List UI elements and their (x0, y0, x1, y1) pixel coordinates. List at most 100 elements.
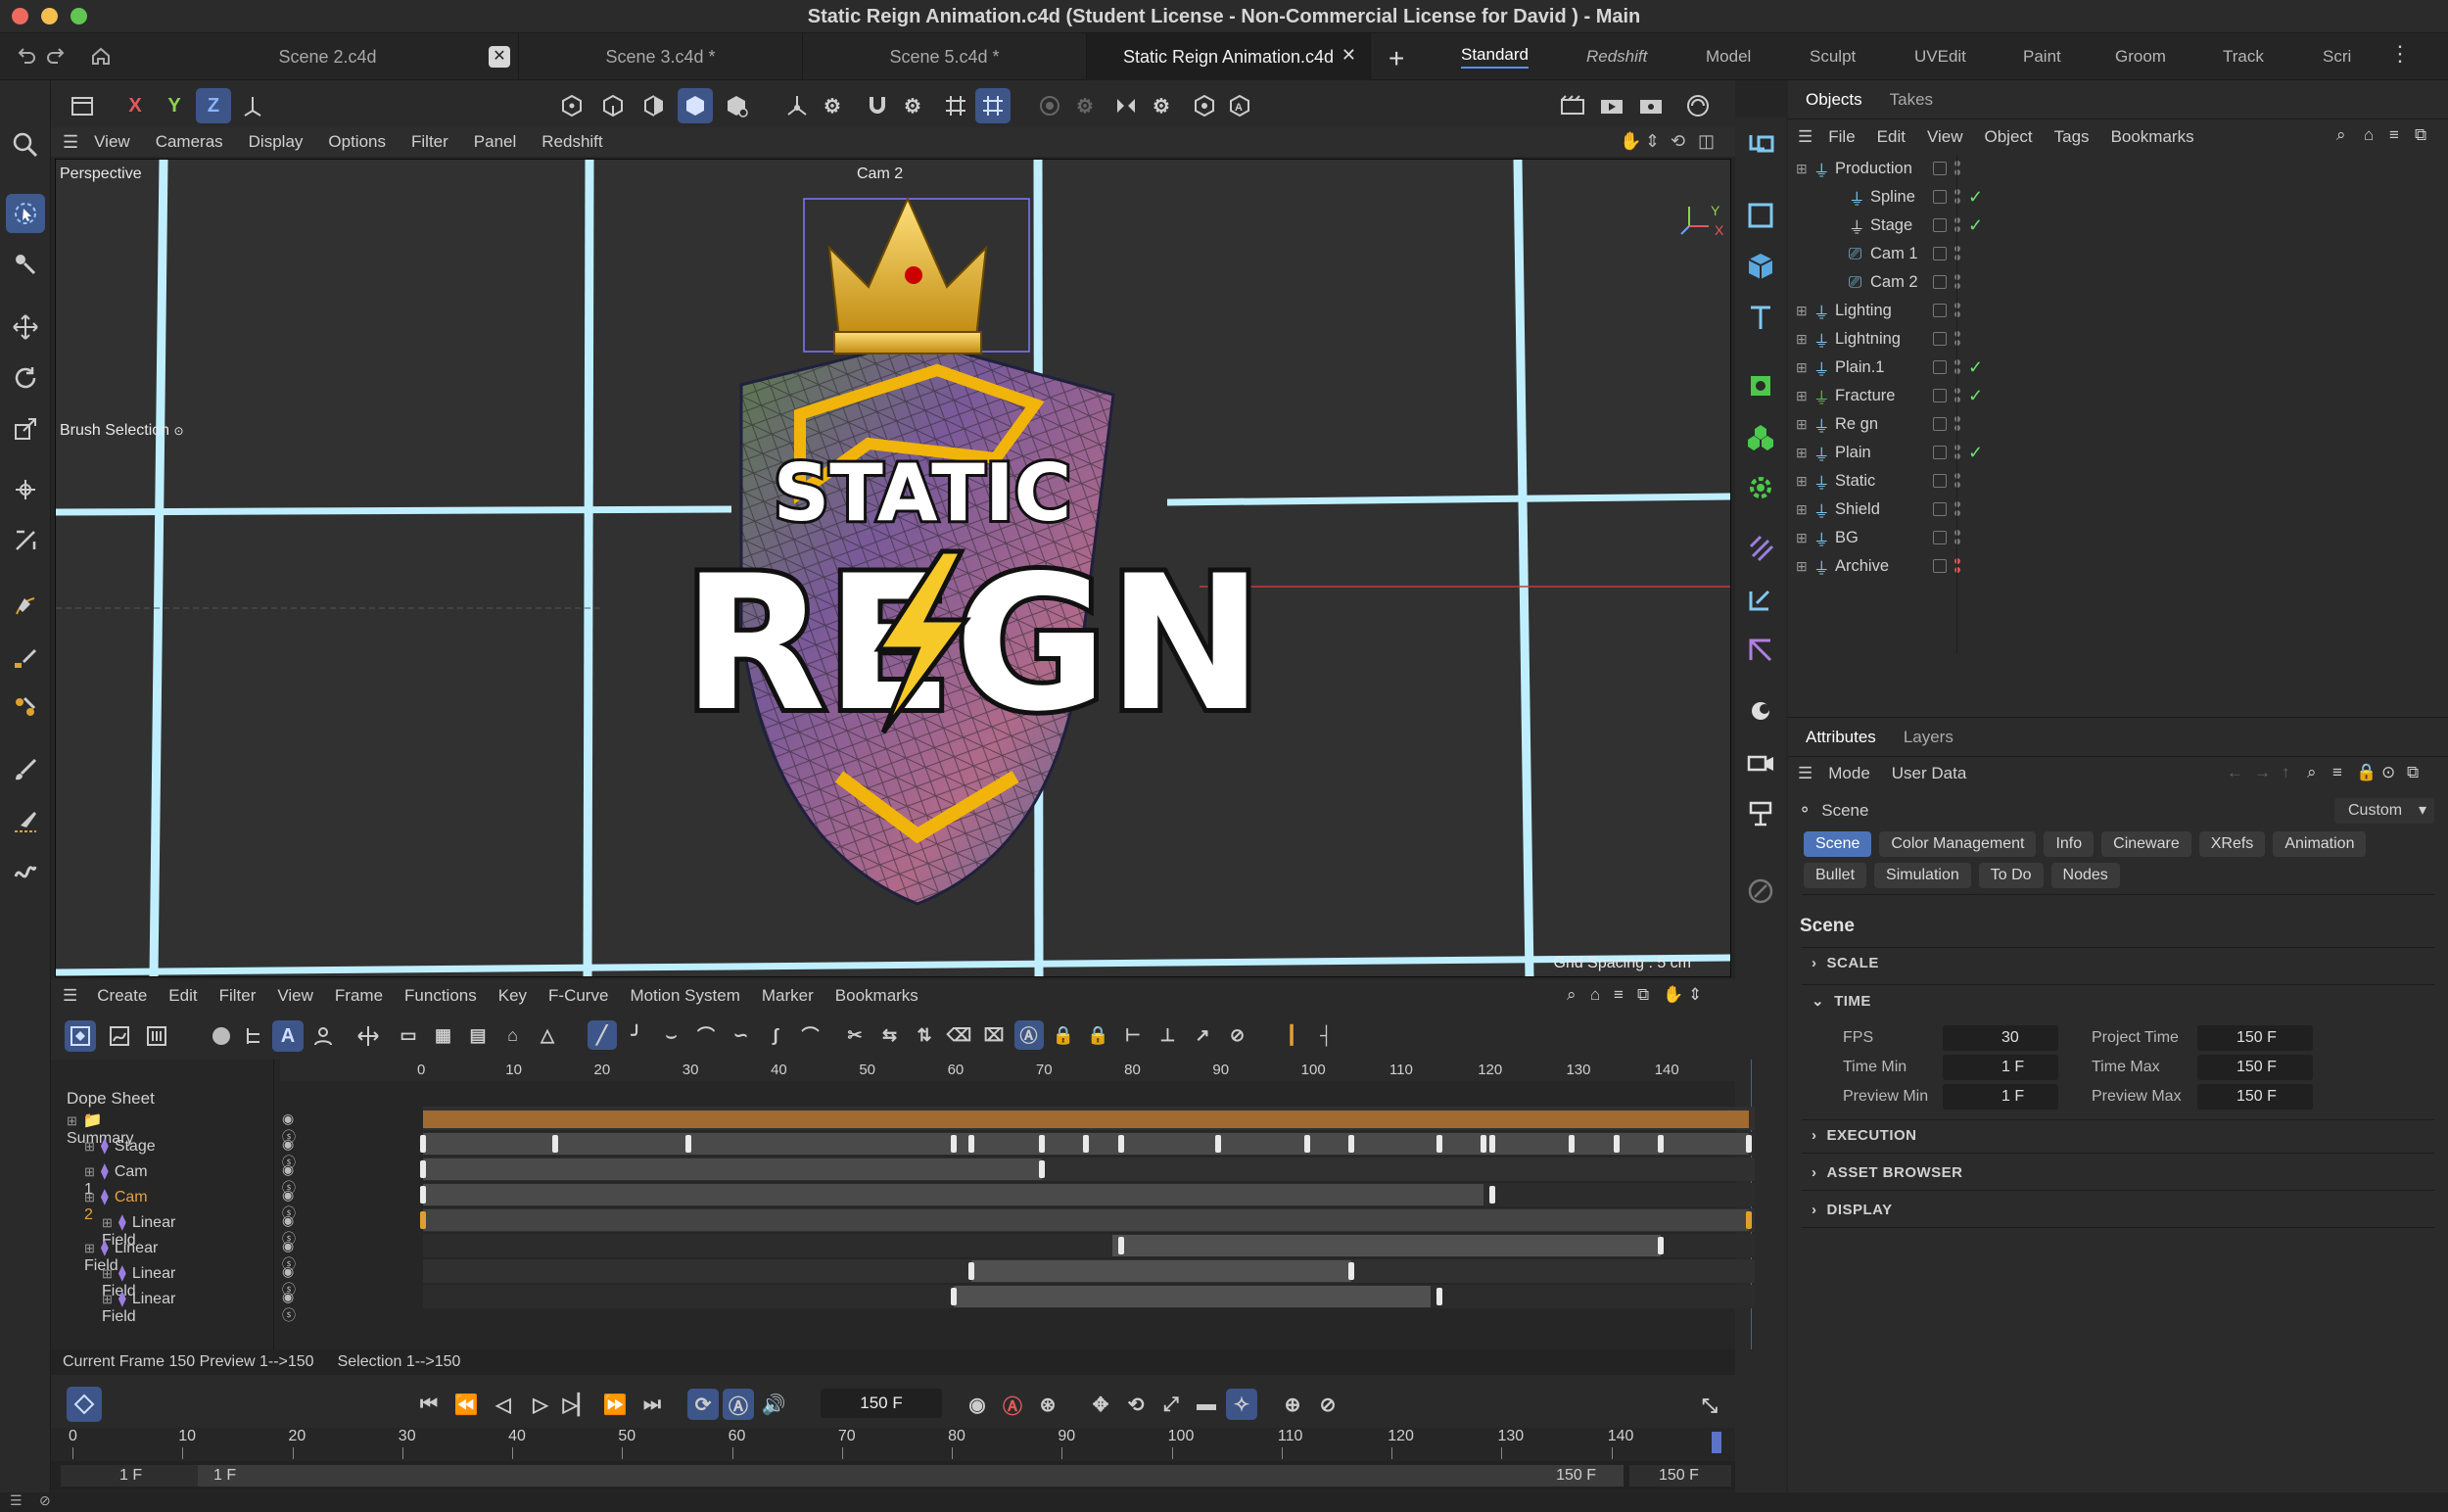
keyframe-marker[interactable] (420, 1135, 426, 1153)
keyframe-marker[interactable] (950, 1135, 957, 1153)
polygons-mode-icon[interactable] (636, 88, 672, 123)
previous-key-icon[interactable]: ⏪ (450, 1389, 482, 1420)
tab-static-reign[interactable]: Static Reign Animation.c4d ✕ (1087, 33, 1371, 80)
track-label[interactable]: ⊞ ⧫ Stage (84, 1136, 156, 1156)
hierarchy-icon[interactable] (239, 1020, 270, 1052)
render-visibility-dot[interactable] (1954, 311, 1960, 317)
deformer-icon[interactable] (1741, 468, 1780, 507)
preview-max-field[interactable]: 150 F (2197, 1084, 2313, 1110)
menu-user-data[interactable]: User Data (1892, 764, 1967, 783)
lock-icon[interactable]: 🔒 (2356, 763, 2377, 782)
object-row[interactable]: ⊞ ⏚ Re gn (1788, 410, 2448, 439)
object-row[interactable]: ⊞ ⏚ Shield (1788, 496, 2448, 524)
go-to-end-icon[interactable]: ⏭ (636, 1389, 668, 1420)
redshift-tool-icon[interactable] (1741, 872, 1780, 911)
enabled-check-icon[interactable]: ✓ (1968, 187, 1983, 208)
cloner-icon[interactable] (1741, 417, 1780, 456)
new-window-icon[interactable]: ⧉ (1637, 985, 1649, 1005)
layout-redshift[interactable]: Redshift (1586, 33, 1647, 80)
ease-out-icon[interactable]: ⌒ (691, 1020, 721, 1050)
points-mode-icon[interactable] (554, 88, 589, 123)
null-cube-icon[interactable] (1741, 196, 1780, 235)
layer-checkbox[interactable] (1933, 275, 1947, 289)
layer-select-icon[interactable] (1741, 125, 1780, 165)
object-row[interactable]: ⊞ ⏚ Production (1788, 155, 2448, 183)
new-window-icon[interactable]: ⧉ (2415, 125, 2426, 145)
expand-icon[interactable]: ⊞ (1796, 445, 1808, 461)
render-visibility-dot[interactable] (1954, 510, 1960, 516)
keyframe-marker[interactable] (1038, 1135, 1045, 1153)
expand-icon[interactable]: ⊞ (84, 1241, 95, 1255)
render-visibility-dot[interactable] (1954, 368, 1960, 374)
menu-mode[interactable]: Mode (1828, 764, 1870, 783)
zero-length-icon[interactable]: ⊢ (1118, 1020, 1148, 1050)
layer-checkbox[interactable] (1933, 389, 1947, 402)
auto-mode-icon[interactable]: A (272, 1020, 304, 1052)
uv-mode-icon[interactable] (719, 88, 754, 123)
editor-visibility-dot[interactable] (1954, 359, 1960, 365)
layer-checkbox[interactable] (1933, 559, 1947, 573)
layer-checkbox[interactable] (1933, 446, 1947, 459)
object-row[interactable]: ⏚ Stage ✓ (1788, 212, 2448, 240)
section-execution[interactable]: › EXECUTION (1812, 1127, 1917, 1144)
axis-mode-icon[interactable] (779, 88, 815, 123)
track-keyframe-range[interactable] (953, 1286, 1432, 1307)
keyframe-marker[interactable] (1038, 1160, 1045, 1178)
key-selection-icon[interactable]: ▭ (394, 1020, 423, 1050)
spline-smooth-icon[interactable] (6, 687, 45, 727)
timeline-menu-functions[interactable]: Functions (404, 986, 477, 1006)
render-visibility-dot[interactable] (1954, 283, 1960, 289)
layout-track[interactable]: Track (2223, 33, 2264, 80)
keyframe-marker[interactable] (1347, 1135, 1354, 1153)
render-visibility-dot[interactable] (1954, 226, 1960, 232)
clamp-tangents-icon[interactable]: ⇅ (910, 1020, 939, 1050)
edit-render-settings-icon[interactable] (1633, 88, 1669, 123)
expand-icon[interactable]: ⊞ (1796, 416, 1808, 433)
expand-icon[interactable]: ⊞ (1796, 473, 1808, 490)
layer-checkbox[interactable] (1933, 474, 1947, 488)
tab-objects[interactable]: Objects (1806, 90, 1862, 110)
menu-filter[interactable]: Filter (411, 132, 448, 152)
render-visibility-dot[interactable] (1954, 539, 1960, 544)
timeline-menu-marker[interactable]: Marker (762, 986, 814, 1006)
menu-object[interactable]: Object (1985, 127, 2033, 147)
layout-script[interactable]: Scri (2323, 33, 2351, 80)
motion-mode-icon[interactable] (141, 1020, 172, 1052)
keyframe-marker[interactable] (420, 1211, 426, 1229)
expand-icon[interactable]: ⊞ (1796, 388, 1808, 404)
generator-icon[interactable] (1741, 366, 1780, 405)
playhead-marker[interactable] (1712, 1432, 1721, 1453)
expand-icon[interactable]: ⊞ (1796, 359, 1808, 376)
snap-icon[interactable] (860, 88, 895, 123)
editor-visibility-dot[interactable] (1954, 217, 1960, 223)
text-spline-icon[interactable] (1741, 298, 1780, 337)
attribute-tab-to-do[interactable]: To Do (1978, 863, 2044, 888)
move-icon[interactable] (6, 307, 45, 347)
summary-bar[interactable] (423, 1110, 1749, 1128)
filter-icon[interactable]: ≡ (2389, 125, 2399, 145)
track-keyframe-range[interactable] (970, 1260, 1351, 1282)
timeline-menu-bookmarks[interactable]: Bookmarks (835, 986, 918, 1006)
record-active-icon[interactable]: ◉ (962, 1389, 993, 1420)
range-slider[interactable]: 1 F 150 F (198, 1465, 1624, 1487)
x-axis-lock-button[interactable]: X (118, 88, 153, 123)
curve-tangent-icon[interactable]: △ (533, 1020, 562, 1050)
expand-icon[interactable]: ⊞ (102, 1292, 113, 1306)
menu-cameras[interactable]: Cameras (156, 132, 223, 152)
tab-scene-5[interactable]: Scene 5.c4d * (803, 33, 1087, 80)
knife-icon[interactable] (6, 801, 45, 840)
auto-weight-icon[interactable]: Ⓐ (1013, 1020, 1044, 1050)
render-visibility-dot[interactable] (1954, 169, 1960, 175)
keyframe-marker[interactable] (1436, 1135, 1443, 1153)
timeline-menu-view[interactable]: View (277, 986, 313, 1006)
add-marker-icon[interactable]: ┤ (1312, 1020, 1342, 1050)
fcurve-mode-icon[interactable] (104, 1020, 135, 1052)
spline-sketch-icon[interactable] (6, 637, 45, 676)
tab-attributes[interactable]: Attributes (1806, 728, 1876, 747)
pan-icon[interactable]: ✋ (1663, 985, 1683, 1005)
motion-path-icon[interactable]: ⊕ (1277, 1389, 1308, 1420)
keyframe-marker[interactable] (1569, 1135, 1576, 1153)
layer-checkbox[interactable] (1933, 531, 1947, 544)
workplane-grid-icon[interactable] (975, 88, 1011, 123)
undo-icon[interactable] (16, 45, 37, 67)
